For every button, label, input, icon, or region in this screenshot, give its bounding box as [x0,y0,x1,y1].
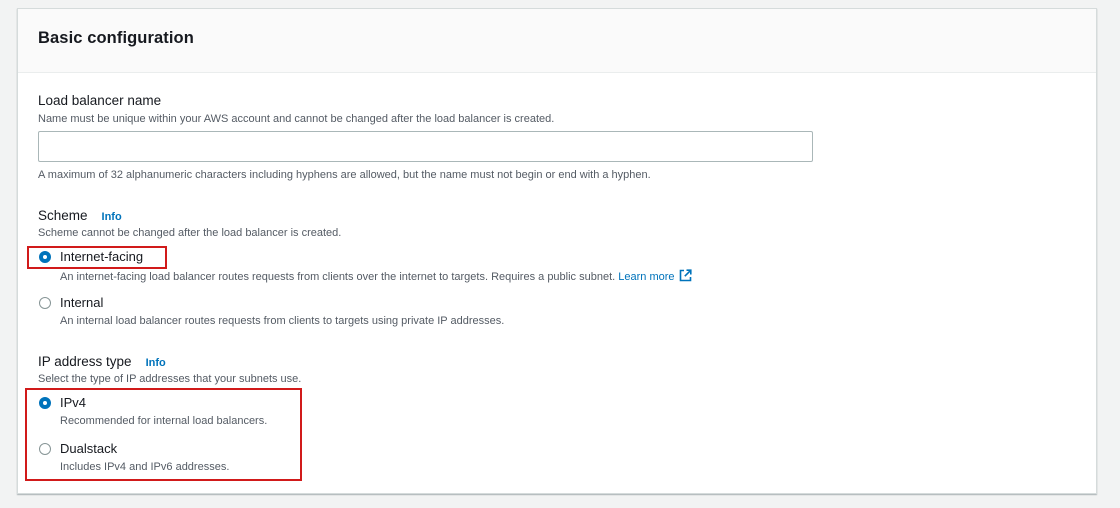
ip-type-label: IP address type [38,354,132,369]
ip-type-info-link[interactable]: Info [146,357,166,369]
basic-configuration-panel: Basic configuration Load balancer name N… [17,8,1097,494]
learn-more-link[interactable]: Learn more [618,271,674,283]
ip-type-label-row: IP address type Info [38,353,166,371]
scheme-label-row: Scheme Info [38,207,122,225]
scheme-label: Scheme [38,208,88,223]
external-link-icon[interactable] [679,269,692,285]
option-ipv4-description: Recommended for internal load balancers. [60,415,268,427]
option-dualstack-description: Includes IPv4 and IPv6 addresses. [60,461,230,473]
option-dualstack-label[interactable]: Dualstack [60,441,117,456]
option-internal-description: An internal load balancer routes request… [60,315,505,327]
radio-ipv4[interactable] [39,397,51,409]
radio-internal[interactable] [39,297,51,309]
scheme-description: Scheme cannot be changed after the load … [38,227,342,239]
option-internet-facing-description: An internet-facing load balancer routes … [60,269,692,285]
load-balancer-name-input[interactable] [38,131,813,162]
option-internal-label[interactable]: Internal [60,295,103,310]
radio-internet-facing[interactable] [39,251,51,263]
name-field-label: Load balancer name [38,93,162,108]
scheme-info-link[interactable]: Info [102,211,122,223]
panel-header: Basic configuration [18,9,1096,73]
panel-title: Basic configuration [38,29,194,47]
option-ipv4-label[interactable]: IPv4 [60,395,86,410]
name-field-description: Name must be unique within your AWS acco… [38,113,555,125]
internet-facing-description-text: An internet-facing load balancer routes … [60,271,616,283]
ip-type-description: Select the type of IP addresses that you… [38,373,302,385]
name-field-hint: A maximum of 32 alphanumeric characters … [38,169,651,181]
option-internet-facing-label[interactable]: Internet-facing [60,249,143,264]
radio-dualstack[interactable] [39,443,51,455]
